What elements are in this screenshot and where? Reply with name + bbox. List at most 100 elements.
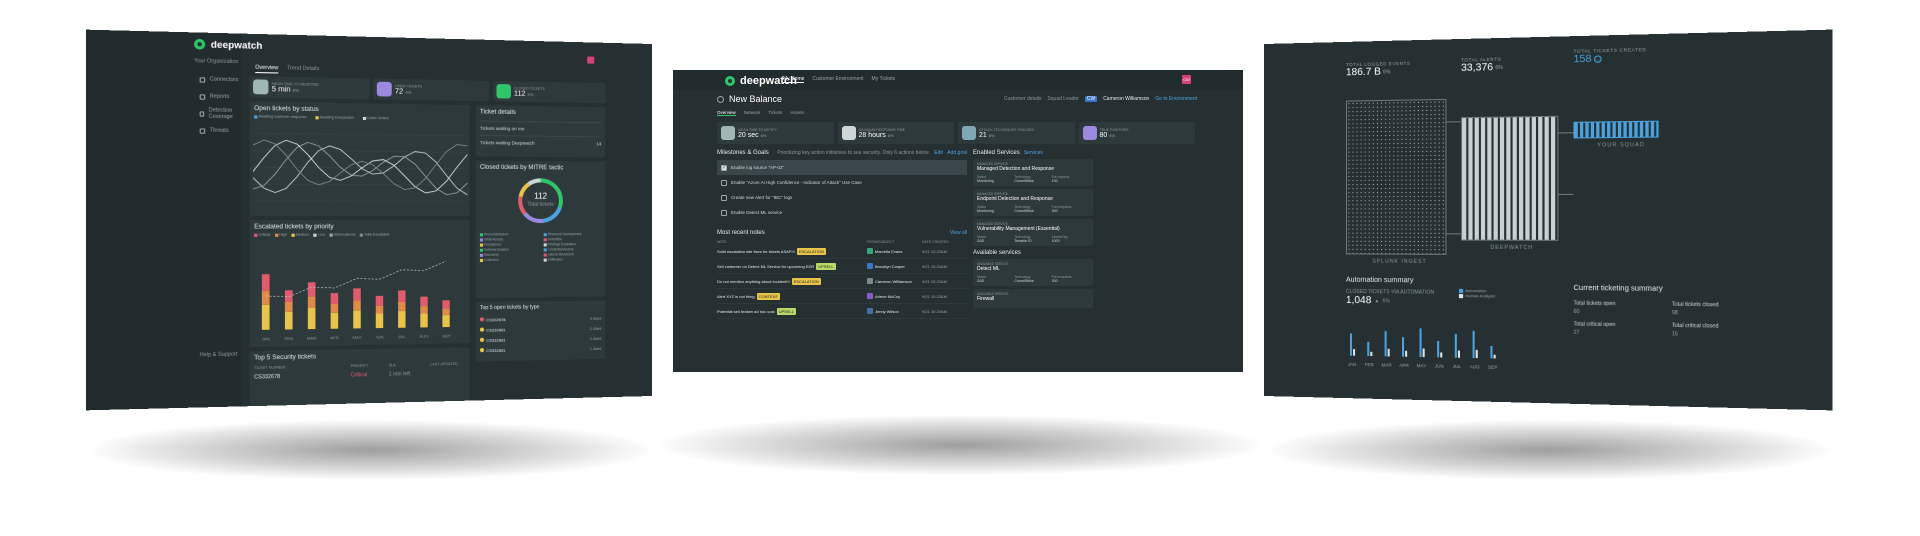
avatar[interactable]	[587, 56, 594, 63]
alert-icon	[480, 348, 484, 352]
milestone-checkbox[interactable]	[721, 210, 727, 216]
milestone-item[interactable]: Enable Detect ML service	[717, 205, 967, 220]
legend-swatch	[544, 248, 547, 251]
milestones-edit-button[interactable]: Edit	[934, 150, 943, 156]
service-meta-values: Monitoring CrowdStrike 100	[977, 179, 1089, 183]
tab-assets[interactable]: Assets	[790, 110, 804, 116]
note-row[interactable]: Sell customer on Detect ML Service for u…	[717, 259, 967, 274]
note-from-cell: Brooklyn Cooper	[867, 263, 922, 269]
note-row[interactable]: Solid escalation site fixes for tickets …	[717, 244, 967, 259]
service-card[interactable]: MANAGED SERVICE Endpoint Detection and Re…	[973, 189, 1093, 216]
nav-customer-environment[interactable]: Customer Environment	[812, 76, 863, 83]
notes-view-all[interactable]: View all	[950, 230, 967, 236]
logo[interactable]: deepwatch	[194, 39, 262, 51]
your-squad-label: YOUR SQUAD	[1597, 142, 1645, 149]
user-avatar[interactable]: CW	[1182, 75, 1191, 84]
x-tick-label: APR	[330, 335, 339, 340]
bar-segment	[285, 302, 293, 312]
funnel-stat-value-row: 186.7 B 6%	[1346, 66, 1410, 79]
bar-segment	[353, 300, 361, 310]
org-selector[interactable]: Your Organization	[194, 58, 238, 65]
legend-label: Initial Access	[484, 237, 503, 241]
tab-network[interactable]: Network	[744, 110, 761, 116]
x-tick-label: SEP	[1488, 364, 1497, 369]
milestone-checkbox[interactable]	[721, 180, 727, 186]
tab-overview[interactable]: Overview	[255, 65, 278, 74]
bar-segment	[442, 315, 449, 327]
note-date: 9/21 10:23AM	[922, 309, 967, 314]
tab-tickets[interactable]: Tickets	[768, 110, 782, 116]
arrow-icon: →	[1594, 55, 1602, 63]
mitre-legend-item: Reconnaissance	[480, 232, 540, 236]
alert-icon	[480, 317, 484, 321]
milestone-item[interactable]: Enable "Azure AI High Confidence - Indic…	[717, 175, 967, 190]
milestones-add-button[interactable]: Add goal	[947, 150, 967, 156]
security-ticket-id[interactable]: CS332678	[254, 372, 351, 380]
ticketing-stat-label: Total critical open	[1574, 321, 1661, 329]
sidebar-item-connectors[interactable]: Connectors	[200, 71, 242, 89]
sidebar-item-reports[interactable]: Reports	[200, 88, 242, 106]
service-card[interactable]: AVAILABLE SERVICE Firewall	[973, 289, 1093, 308]
enabled-services-title: Enabled Services	[973, 150, 1020, 156]
tab-trend-details[interactable]: Trend Details	[287, 65, 319, 73]
nav-my-tickets[interactable]: My Tickets	[872, 76, 896, 83]
service-card[interactable]: AVAILABLE SERVICE Detect ML Status Technolo…	[973, 259, 1093, 286]
help-link[interactable]: Help & Support	[200, 351, 238, 358]
milestone-item[interactable]: Create new Alert for "IBC" logs	[717, 190, 967, 205]
funnel-stat-value-row: 33,376 6%	[1461, 62, 1503, 74]
automation-bar	[1385, 331, 1387, 356]
kpi-row: MEAN TIME TO NOTIFY 20 sec 6% MAXIMUM RESPO…	[717, 122, 1195, 144]
column-header: LAST UPDATED	[430, 362, 465, 367]
top-open-value: 1 Alert	[590, 325, 601, 330]
service-card[interactable]: MANAGED SERVICE Managed Detection and Res…	[973, 159, 1093, 186]
x-tick-label: SEP	[442, 333, 451, 338]
note-row[interactable]: Do not mention anything about incident!!…	[717, 274, 967, 289]
dashboard-screen-funnel: TOTAL LOGGED EVENTS 186.7 B 6% TOTAL ALERTS…	[1264, 30, 1832, 411]
kpi-delta: 6%	[293, 87, 299, 92]
kpi-label: ATT&CK TECHNIQUES TRACKED	[979, 128, 1034, 132]
bar-segment	[376, 296, 383, 306]
sidebar-item-detection-coverage[interactable]: Detection Coverage	[200, 105, 242, 123]
bar-segment	[308, 282, 316, 296]
back-icon[interactable]	[717, 96, 724, 103]
top-open-row[interactable]: CS332881 1 Alert	[480, 343, 601, 355]
note-tag: CONTENT	[757, 293, 780, 300]
service-meta-value: Monitoring	[977, 209, 1014, 213]
ticket-detail-row[interactable]: Tickets waiting Deepwatch 14	[480, 135, 601, 151]
kpi-icon	[377, 82, 392, 97]
human-bar	[1353, 349, 1355, 356]
page-title: New Balance	[729, 94, 782, 104]
bar-segment	[398, 311, 405, 328]
legend-label: Total Escalated	[364, 232, 389, 236]
milestone-label: Enable "Azure AI High Confidence - Indic…	[731, 180, 862, 185]
funnel-stat-value: 186.7 B	[1346, 66, 1381, 78]
service-card[interactable]: MANAGED SERVICE Vulnerability Management …	[973, 219, 1093, 246]
funnel-stat-value: 33,376	[1461, 62, 1493, 74]
security-table-row[interactable]: CS332678 Critical 1 min left	[254, 370, 465, 381]
header-actions: Customer details Squad Leader CW Cameron…	[1004, 96, 1197, 102]
note-row[interactable]: Potential sell broken ad hoc cost UPSELL J…	[717, 304, 967, 319]
ticket-detail-row[interactable]: Tickets waiting on me	[480, 121, 601, 137]
milestone-checkbox[interactable]	[721, 195, 727, 201]
service-meta-value: SAS	[977, 239, 1014, 243]
bar-segment	[442, 308, 449, 315]
enabled-services-link[interactable]: Services	[1024, 150, 1043, 156]
customer-details-link[interactable]: Customer details	[1004, 96, 1042, 102]
bar-segment	[442, 300, 449, 308]
mitre-legend-item: Initial Access	[480, 237, 540, 241]
go-to-environment-link[interactable]: Go to Environment	[1155, 96, 1197, 102]
automation-bar	[1402, 337, 1404, 357]
closed-mitre-title: Closed tickets by MITRE tactic	[480, 165, 563, 172]
milestone-checkbox[interactable]: ✓	[721, 165, 727, 171]
milestone-item[interactable]: ✓ Enable log source "AP-02"	[717, 160, 967, 175]
enabled-services-list: MANAGED SERVICE Managed Detection and Res…	[973, 159, 1093, 246]
bar-segment	[353, 288, 361, 300]
sidebar-item-threats[interactable]: Threats	[200, 122, 242, 140]
tab-overview[interactable]: Overview	[717, 110, 736, 116]
note-row[interactable]: Alert XYZ is not firing CONTENT Arlene McC…	[717, 289, 967, 304]
gridline	[253, 150, 467, 152]
funnel-stat: TOTAL LOGGED EVENTS 186.7 B 6%	[1346, 61, 1410, 79]
nav-my-home[interactable]: My Home	[783, 76, 804, 83]
screen-shadow-left	[90, 420, 650, 480]
note-text: Potential sell broken ad hoc cost	[717, 309, 775, 314]
